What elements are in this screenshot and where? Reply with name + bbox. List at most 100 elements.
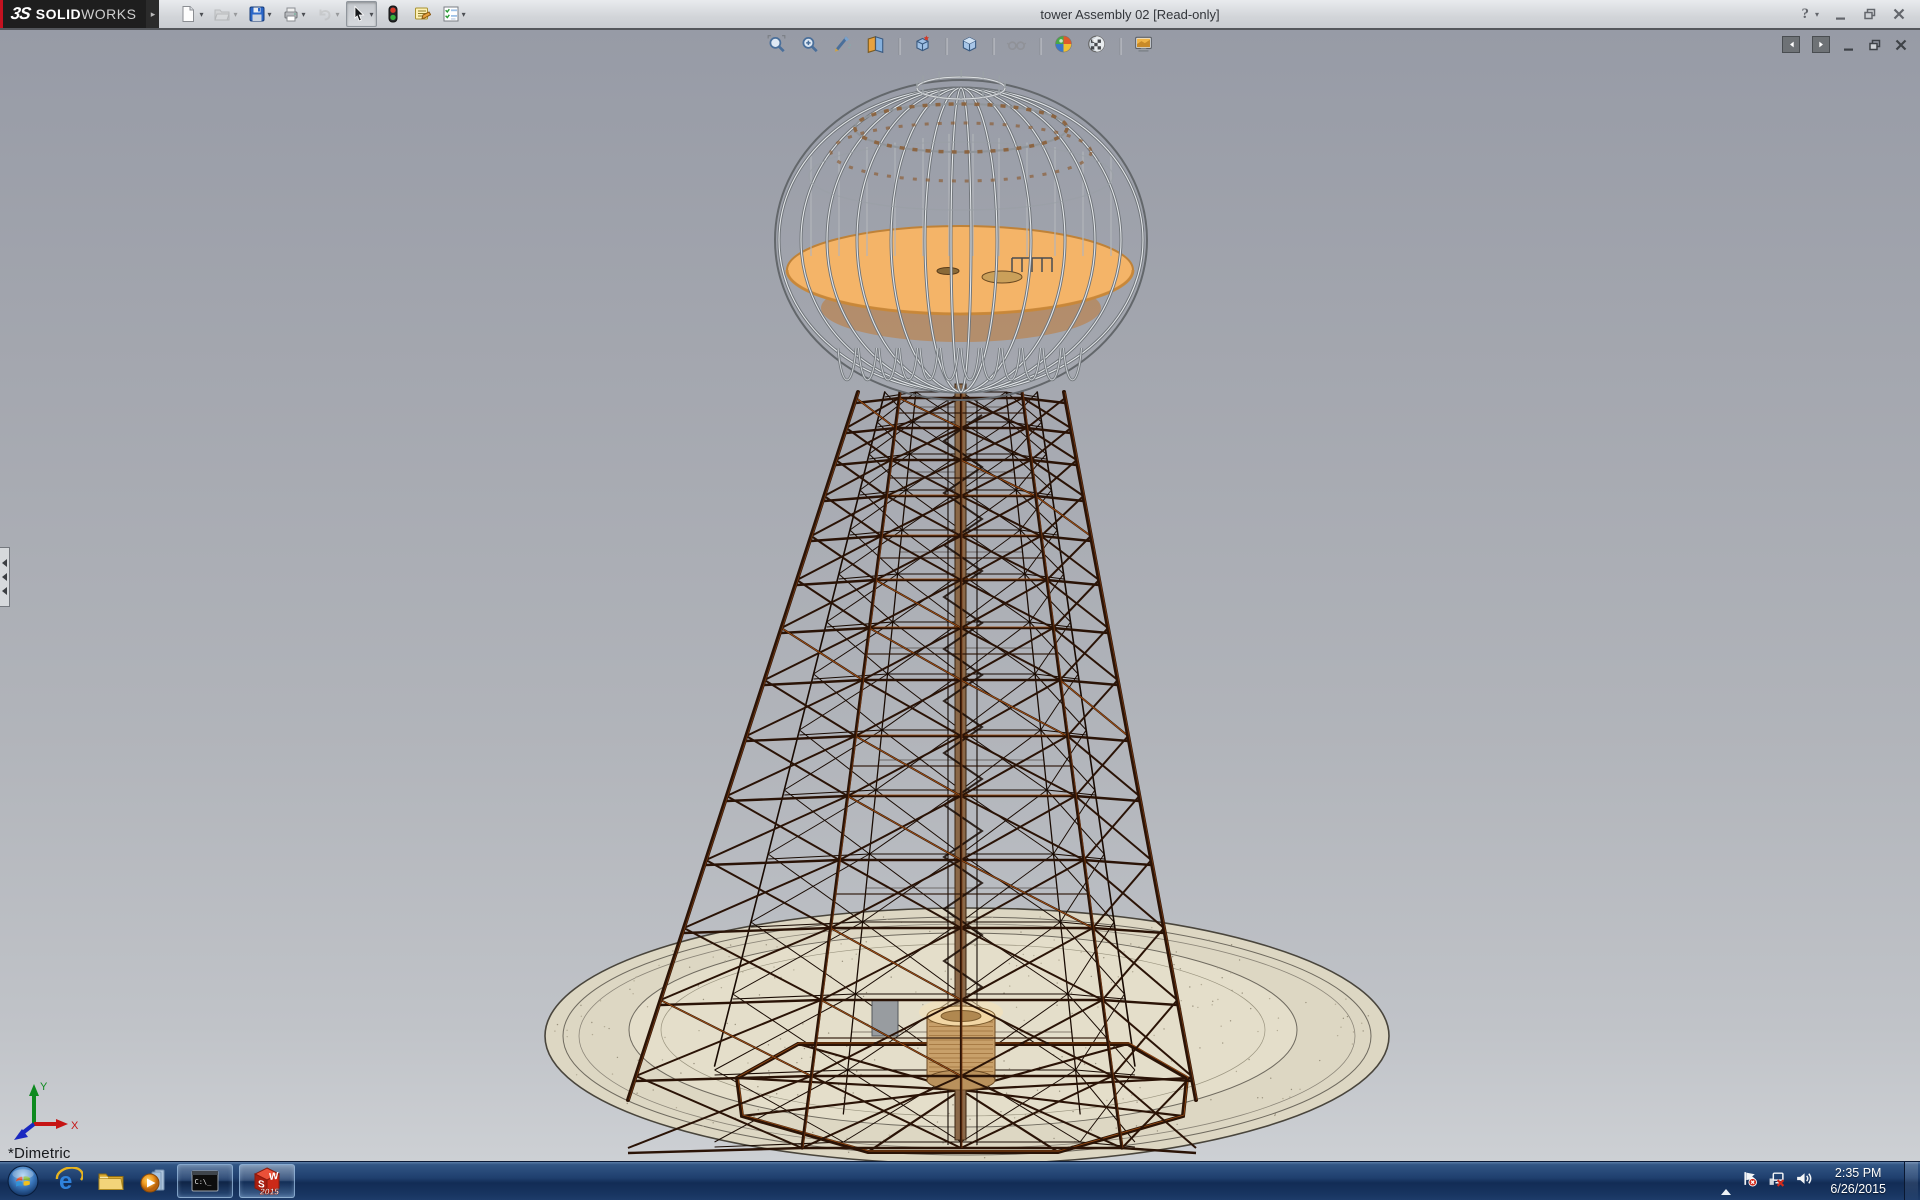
hide-show-items-button bbox=[1004, 33, 1030, 59]
dropdown-caret-icon: ▾ bbox=[268, 10, 272, 19]
solidworks-logo[interactable]: 3S SOLIDWORKS bbox=[0, 0, 146, 28]
dropdown-caret-icon: ▾ bbox=[462, 10, 466, 19]
titlebar: 3S SOLIDWORKS ▸ ▾ ▾ ▾ ▾ ▾ ▾ ▾ tower Assembly 0… bbox=[0, 0, 1920, 30]
doc-prev-icon bbox=[1786, 37, 1797, 55]
toolbar-separator bbox=[1120, 38, 1121, 55]
clock-time: 2:35 PM bbox=[1830, 1165, 1886, 1181]
apply-scene-button[interactable] bbox=[1084, 33, 1110, 59]
traffic-light-button[interactable] bbox=[380, 1, 406, 27]
collapse-arrow-icon bbox=[2, 559, 7, 567]
svg-text:W: W bbox=[269, 1171, 279, 1183]
previous-view-icon bbox=[833, 34, 853, 59]
action-center-icon[interactable] bbox=[1741, 1170, 1758, 1192]
undo-icon bbox=[315, 4, 335, 24]
taskbar-clock[interactable]: 2:35 PM 6/26/2015 bbox=[1830, 1165, 1886, 1198]
comment-button[interactable] bbox=[409, 1, 435, 27]
options-button[interactable]: ▾ bbox=[438, 1, 469, 27]
start-icon bbox=[7, 1165, 39, 1197]
select-button[interactable]: ▾ bbox=[346, 1, 377, 27]
solidworks-icon: SW2015 bbox=[252, 1166, 282, 1196]
svg-text:2015: 2015 bbox=[259, 1187, 279, 1197]
zoom-fit-button[interactable] bbox=[764, 33, 790, 59]
doc-close-button[interactable] bbox=[1894, 38, 1908, 52]
hide-show-items-icon bbox=[1007, 34, 1027, 59]
3ds-logo-icon: 3S bbox=[9, 4, 31, 24]
flyout-arrow-icon: ▸ bbox=[151, 9, 156, 20]
edit-appearance-button[interactable] bbox=[1051, 33, 1077, 59]
zoom-area-button[interactable] bbox=[797, 33, 823, 59]
new-icon bbox=[178, 4, 198, 24]
win-restore-icon bbox=[1868, 38, 1882, 57]
dome-cage bbox=[775, 70, 1147, 400]
clock-date: 6/26/2015 bbox=[1830, 1181, 1886, 1197]
toolbar-separator bbox=[946, 38, 947, 55]
traffic-light-icon bbox=[383, 4, 403, 24]
cmd-icon: C:\_ bbox=[191, 1167, 219, 1195]
previous-view-button[interactable] bbox=[830, 33, 856, 59]
svg-text:C:\_: C:\_ bbox=[195, 1178, 213, 1186]
undo-button: ▾ bbox=[312, 1, 343, 27]
tray-expand-button[interactable] bbox=[1721, 1172, 1731, 1190]
volume-icon[interactable] bbox=[1795, 1170, 1812, 1192]
brand-text: SOLIDWORKS bbox=[36, 6, 137, 22]
featuremanager-collapse-tab[interactable] bbox=[0, 547, 10, 607]
headsup-view-toolbar bbox=[764, 33, 1157, 59]
select-icon bbox=[349, 4, 369, 24]
collapse-arrow-icon bbox=[2, 573, 7, 581]
save-button[interactable]: ▾ bbox=[244, 1, 275, 27]
doc-prev-button[interactable] bbox=[1782, 36, 1800, 53]
zoom-area-icon bbox=[800, 34, 820, 59]
restore-button[interactable] bbox=[1863, 7, 1877, 21]
solidworks-taskbar-button[interactable]: SW2015 bbox=[239, 1164, 295, 1198]
system-tray: 2:35 PM 6/26/2015 bbox=[1721, 1162, 1920, 1200]
graphics-area[interactable]: Y X *Dimetric bbox=[0, 30, 1920, 1162]
win-close-icon bbox=[1894, 38, 1908, 57]
explorer-icon bbox=[97, 1167, 125, 1195]
minimize-button[interactable] bbox=[1834, 7, 1848, 21]
edit-appearance-icon bbox=[1054, 34, 1074, 59]
view-settings-icon bbox=[1134, 34, 1154, 59]
new-button[interactable]: ▾ bbox=[175, 1, 206, 27]
open-button: ▾ bbox=[209, 1, 240, 27]
orientation-triad: Y X bbox=[8, 1078, 86, 1142]
cmd-taskbar-button[interactable]: C:\_ bbox=[177, 1164, 233, 1198]
help-button[interactable]: ? bbox=[1801, 6, 1809, 23]
section-view-icon bbox=[866, 34, 886, 59]
ie-icon: e bbox=[55, 1167, 83, 1195]
close-button[interactable] bbox=[1892, 7, 1906, 21]
menu-flyout-tab[interactable]: ▸ bbox=[146, 0, 159, 28]
dropdown-caret-icon: ▾ bbox=[370, 10, 374, 19]
show-desktop-button[interactable] bbox=[1904, 1162, 1918, 1200]
print-button[interactable]: ▾ bbox=[278, 1, 309, 27]
wmp-taskbar-button[interactable] bbox=[132, 1162, 174, 1200]
explorer-taskbar-button[interactable] bbox=[90, 1162, 132, 1200]
windows-taskbar: eC:\_SW2015 2:35 PM 6/26/2015 bbox=[0, 1161, 1920, 1200]
doc-restore-button[interactable] bbox=[1868, 38, 1882, 52]
document-window-controls bbox=[1782, 36, 1908, 53]
dropdown-caret-icon: ▾ bbox=[302, 10, 306, 19]
dropdown-caret-icon: ▾ bbox=[199, 10, 203, 19]
display-style-icon bbox=[960, 34, 980, 59]
view-orientation-button[interactable] bbox=[910, 33, 936, 59]
taskbar-apps: eC:\_SW2015 bbox=[0, 1162, 298, 1200]
toolbar-separator bbox=[899, 38, 900, 55]
zoom-fit-icon bbox=[767, 34, 787, 59]
tower-assembly-model[interactable] bbox=[0, 30, 1920, 1162]
toolbar-separator bbox=[993, 38, 994, 55]
wmp-icon bbox=[139, 1167, 167, 1195]
section-view-button[interactable] bbox=[863, 33, 889, 59]
ie-taskbar-button[interactable]: e bbox=[48, 1162, 90, 1200]
tray-expand-icon bbox=[1721, 1172, 1731, 1195]
network-error-icon[interactable] bbox=[1768, 1170, 1785, 1192]
doc-min-button[interactable] bbox=[1842, 38, 1856, 52]
view-settings-button[interactable] bbox=[1131, 33, 1157, 59]
window-controls: ? ▾ bbox=[1801, 6, 1906, 23]
save-icon bbox=[247, 4, 267, 24]
display-style-button[interactable] bbox=[957, 33, 983, 59]
start-button[interactable] bbox=[6, 1164, 40, 1198]
dropdown-caret-icon: ▾ bbox=[336, 10, 340, 19]
view-orientation-label: *Dimetric bbox=[8, 1145, 71, 1162]
document-title: tower Assembly 02 [Read-only] bbox=[469, 7, 1792, 22]
view-orientation-icon bbox=[913, 34, 933, 59]
doc-next-button[interactable] bbox=[1812, 36, 1830, 53]
